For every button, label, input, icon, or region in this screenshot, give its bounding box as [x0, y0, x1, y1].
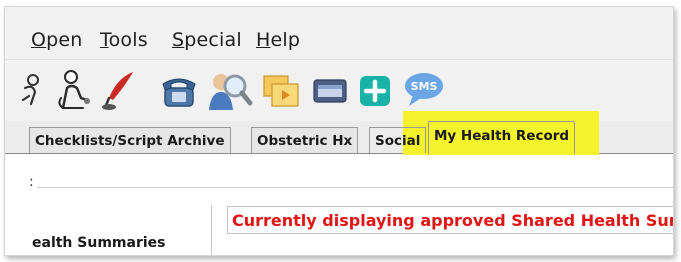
menu-tools[interactable]: Tools: [100, 29, 148, 51]
phone-icon[interactable]: [159, 68, 199, 112]
sms-icon-label: SMS: [411, 80, 438, 93]
panel-title: ealth Summaries: [32, 235, 166, 251]
quill-pen-icon[interactable]: [99, 68, 139, 112]
plus-icon[interactable]: [355, 68, 395, 112]
tab-checklists-script-archive[interactable]: Checklists/Script Archive: [29, 127, 231, 153]
sms-icon[interactable]: SMS: [401, 68, 447, 112]
tab-social[interactable]: Social: [369, 127, 427, 153]
menu-special[interactable]: Special: [172, 29, 242, 51]
separator: [37, 187, 673, 188]
application-window: Open Tools Special Help SMS Checklists/S…: [4, 6, 674, 256]
field-colon: :: [29, 174, 34, 190]
status-banner-text: Currently displaying approved Shared Hea…: [232, 211, 673, 230]
menu-bar: Open Tools Special Help: [5, 7, 673, 59]
status-banner: Currently displaying approved Shared Hea…: [227, 206, 673, 234]
id-card-icon[interactable]: [310, 68, 350, 112]
menu-help[interactable]: Help: [256, 29, 300, 51]
search-person-icon[interactable]: [205, 68, 253, 112]
stethoscope-icon[interactable]: [53, 68, 93, 112]
tab-my-health-record[interactable]: My Health Record: [428, 121, 576, 154]
menu-open[interactable]: Open: [31, 29, 83, 51]
person-cut-icon[interactable]: [19, 68, 41, 112]
tab-obstetric-hx[interactable]: Obstetric Hx: [251, 127, 359, 153]
folder-stack-icon[interactable]: [260, 68, 304, 112]
